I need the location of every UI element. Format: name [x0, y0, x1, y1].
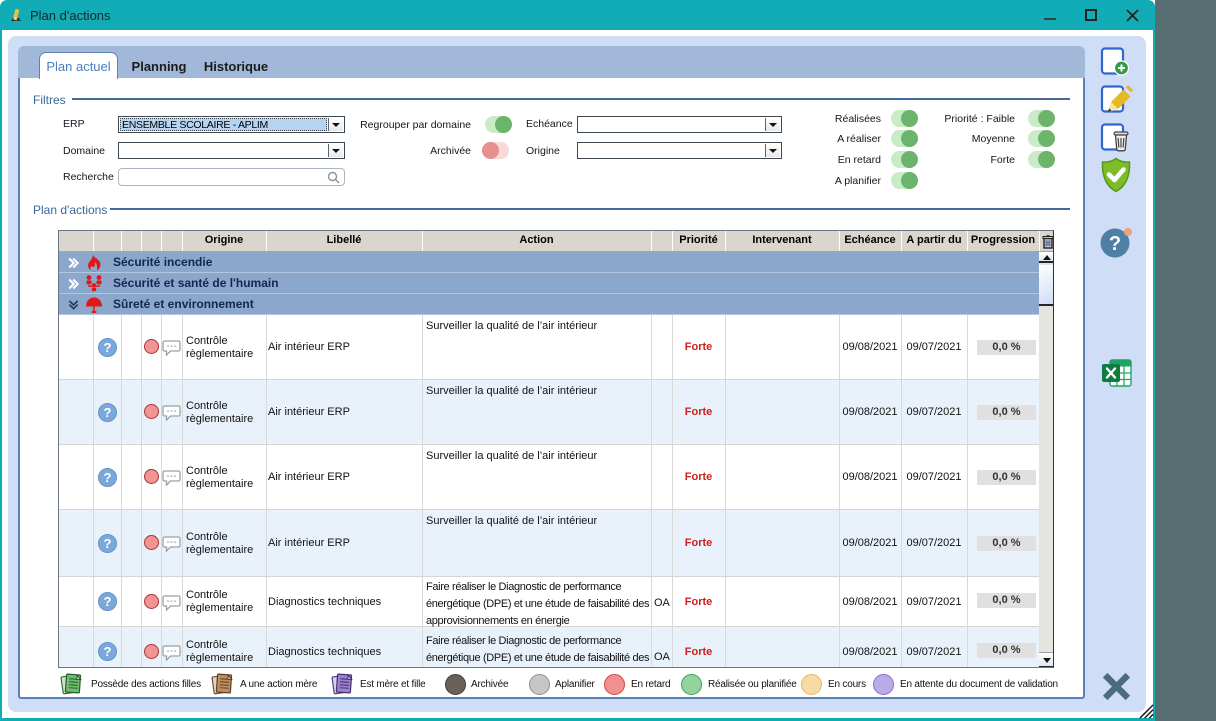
svg-text:?: ? [1109, 233, 1121, 255]
